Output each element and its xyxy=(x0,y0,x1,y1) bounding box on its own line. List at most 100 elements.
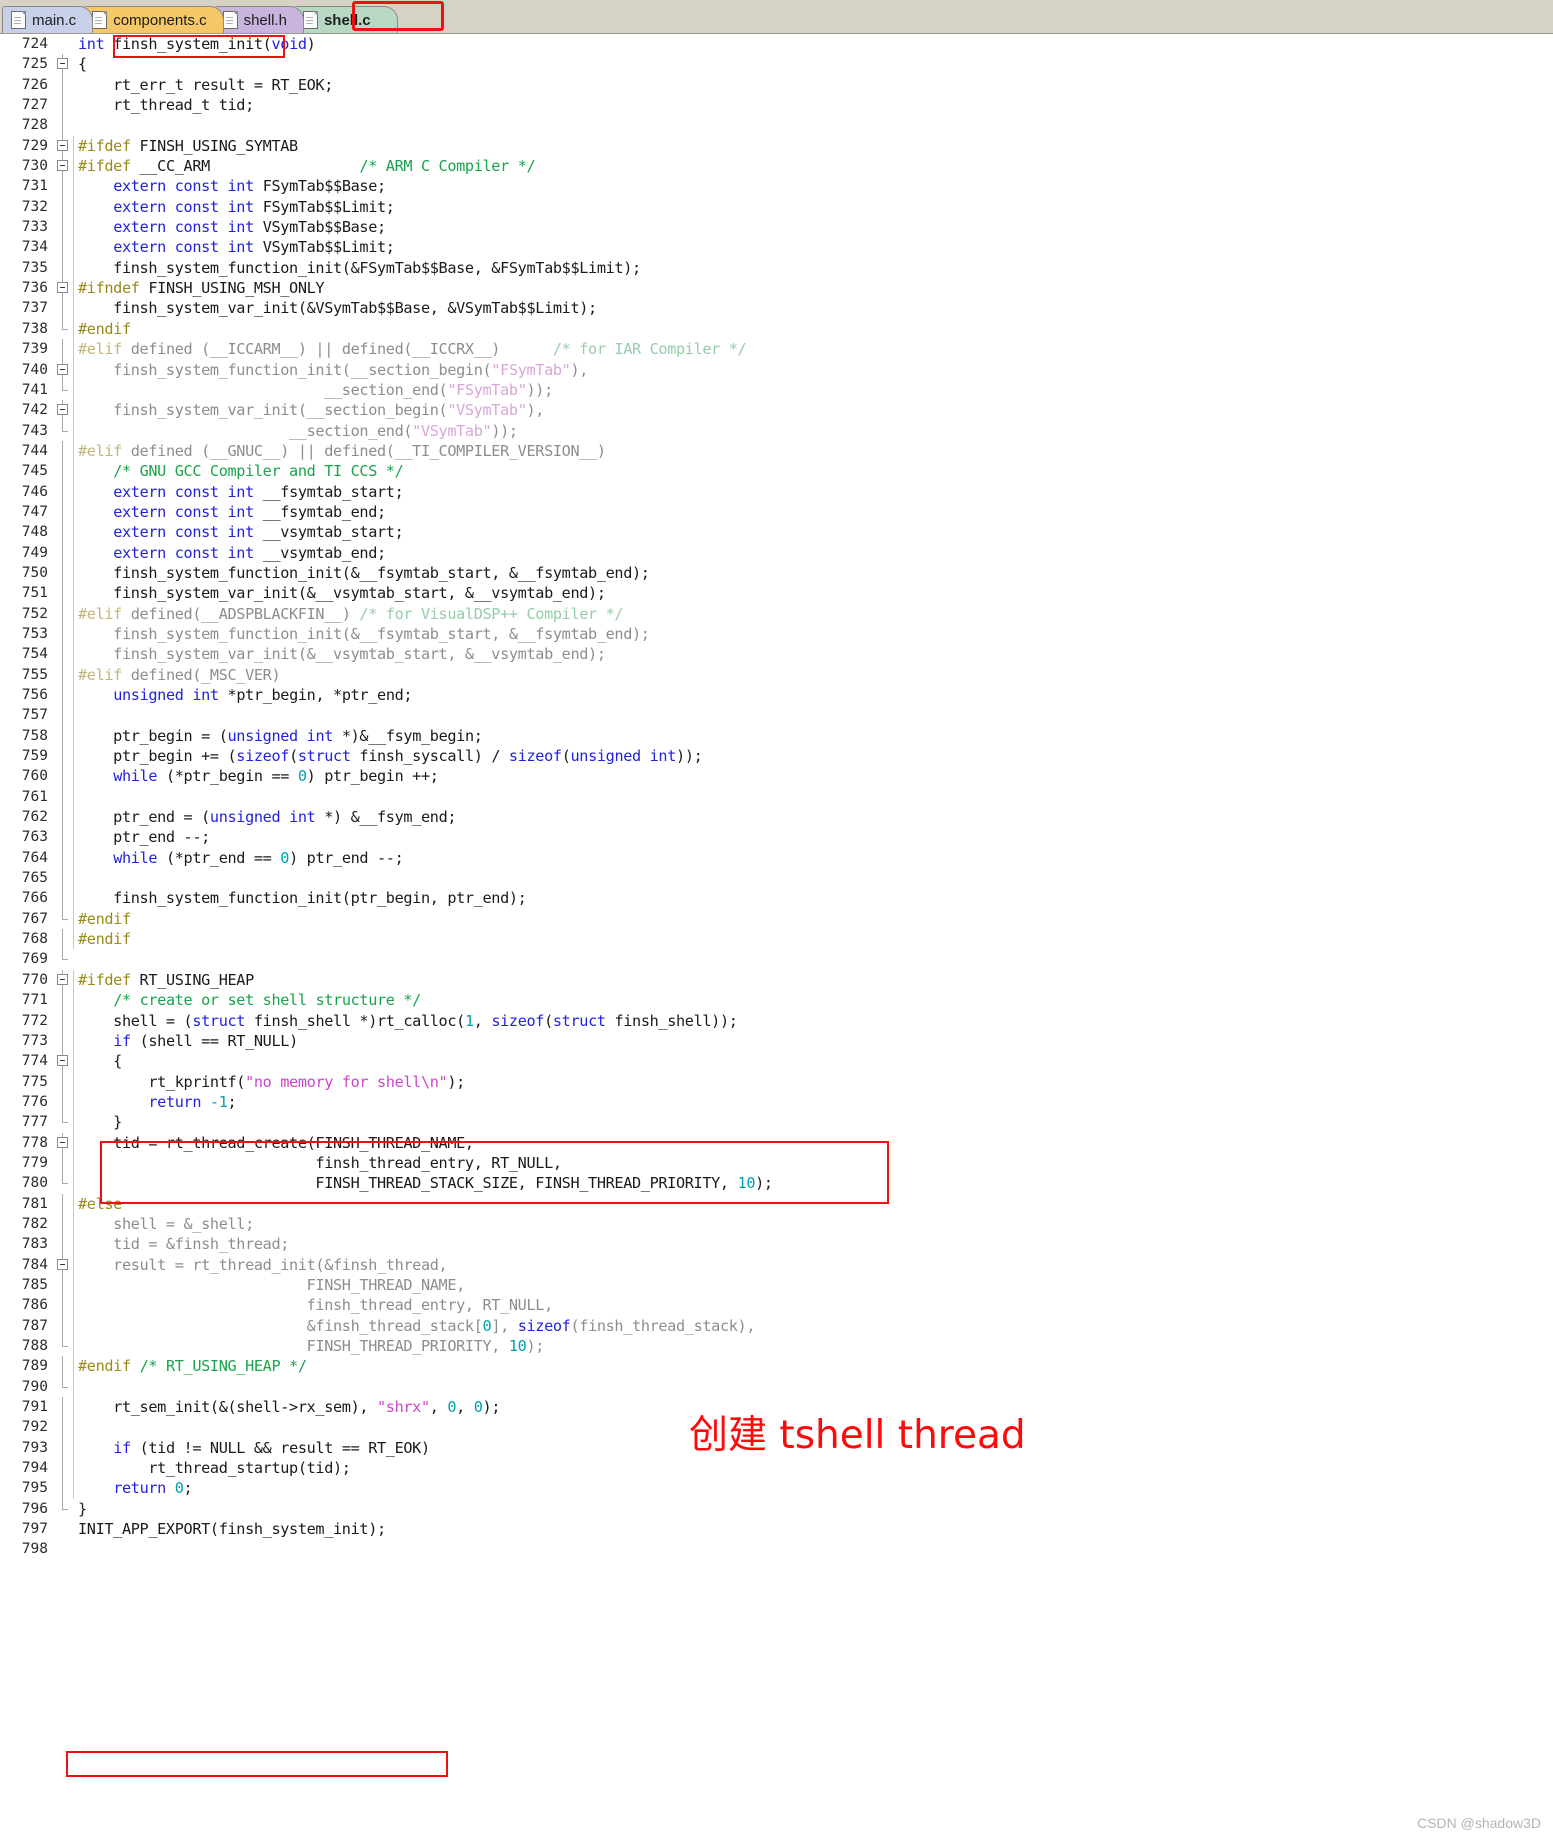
fold-marker[interactable] xyxy=(54,1376,70,1397)
code-line[interactable]: 784 result = rt_thread_init(&finsh_threa… xyxy=(0,1254,1553,1275)
code-text[interactable]: finsh_system_var_init(&__vsymtab_start, … xyxy=(78,644,1553,664)
code-text[interactable]: /* create or set shell structure */ xyxy=(78,990,1553,1010)
code-text[interactable] xyxy=(78,1539,1553,1559)
code-line[interactable]: 758 ptr_begin = (unsigned int *)&__fsym_… xyxy=(0,725,1553,747)
code-text[interactable]: #ifdef FINSH_USING_SYMTAB xyxy=(78,136,1553,156)
fold-marker[interactable] xyxy=(54,1132,70,1153)
fold-marker[interactable] xyxy=(54,298,70,319)
code-line[interactable]: 754 finsh_system_var_init(&__vsymtab_sta… xyxy=(0,644,1553,665)
fold-marker[interactable] xyxy=(54,95,70,116)
code-text[interactable]: tid = &finsh_thread; xyxy=(78,1234,1553,1254)
code-text[interactable]: #elif defined (__GNUC__) || defined(__TI… xyxy=(78,441,1553,461)
fold-marker[interactable] xyxy=(54,237,70,258)
code-text[interactable]: extern const int __vsymtab_start; xyxy=(78,522,1553,542)
fold-marker[interactable] xyxy=(54,1030,70,1052)
code-line[interactable]: 727 rt_thread_t tid; xyxy=(0,95,1553,116)
code-text[interactable]: finsh_system_var_init(&VSymTab$$Base, &V… xyxy=(78,298,1553,318)
code-text[interactable]: result = rt_thread_init(&finsh_thread, xyxy=(78,1255,1553,1275)
code-line[interactable]: 733 extern const int VSymTab$$Base; xyxy=(0,217,1553,238)
fold-marker[interactable] xyxy=(54,54,70,75)
code-line[interactable]: 755 #elif defined(_MSC_VER) xyxy=(0,664,1553,685)
code-line[interactable]: 734 extern const int VSymTab$$Limit; xyxy=(0,237,1553,258)
fold-marker[interactable] xyxy=(54,420,70,441)
fold-marker[interactable] xyxy=(54,1498,70,1519)
code-text[interactable]: finsh_system_function_init(&__fsymtab_st… xyxy=(78,624,1553,644)
tab-components-c[interactable]: components.c xyxy=(83,6,224,33)
fold-marker[interactable] xyxy=(54,278,70,299)
code-text[interactable]: return -1; xyxy=(78,1092,1553,1112)
code-text[interactable]: finsh_system_function_init(__section_beg… xyxy=(78,360,1553,380)
fold-marker[interactable] xyxy=(54,74,70,96)
code-text[interactable]: } xyxy=(78,1112,1553,1132)
code-text[interactable]: rt_kprintf("no memory for shell\n"); xyxy=(78,1072,1553,1092)
fold-marker[interactable] xyxy=(54,1152,70,1174)
code-line[interactable]: 738 #endif xyxy=(0,318,1553,340)
code-text[interactable]: __section_end("VSymTab")); xyxy=(78,421,1553,441)
fold-marker[interactable] xyxy=(54,339,70,360)
code-text[interactable]: extern const int __fsymtab_end; xyxy=(78,502,1553,522)
code-text[interactable]: #elif defined (__ICCARM__) || defined(__… xyxy=(78,339,1553,359)
code-line[interactable]: 757 xyxy=(0,705,1553,726)
code-text[interactable]: shell = &_shell; xyxy=(78,1214,1553,1234)
code-line[interactable]: 798 xyxy=(0,1539,1553,1560)
code-line[interactable]: 766 finsh_system_function_init(ptr_begin… xyxy=(0,888,1553,909)
code-text[interactable]: finsh_system_var_init(&__vsymtab_start, … xyxy=(78,583,1553,603)
code-line[interactable]: 783 tid = &finsh_thread; xyxy=(0,1234,1553,1255)
code-line[interactable]: 797 INIT_APP_EXPORT(finsh_system_init); xyxy=(0,1519,1553,1540)
code-text[interactable]: #elif defined(__ADSPBLACKFIN__) /* for V… xyxy=(78,604,1553,624)
fold-marker[interactable] xyxy=(54,908,70,929)
code-text[interactable]: #ifndef FINSH_USING_MSH_ONLY xyxy=(78,278,1553,298)
code-line[interactable]: 749 extern const int __vsymtab_end; xyxy=(0,542,1553,563)
code-line[interactable]: 743 __section_end("VSymTab")); xyxy=(0,420,1553,441)
code-line[interactable]: 729 #ifdef FINSH_USING_SYMTAB xyxy=(0,135,1553,157)
code-text[interactable]: rt_thread_startup(tid); xyxy=(78,1458,1553,1478)
tab-shell-h[interactable]: shell.h xyxy=(213,6,304,33)
code-line[interactable]: 775 rt_kprintf("no memory for shell\n"); xyxy=(0,1071,1553,1092)
code-line[interactable]: 759 ptr_begin += (sizeof(struct finsh_sy… xyxy=(0,746,1553,767)
fold-marker[interactable] xyxy=(54,196,70,218)
code-line[interactable]: 770 #ifdef RT_USING_HEAP xyxy=(0,969,1553,991)
code-text[interactable]: #endif /* RT_USING_HEAP */ xyxy=(78,1356,1553,1376)
fold-marker[interactable] xyxy=(54,766,70,787)
fold-marker[interactable] xyxy=(54,257,70,279)
fold-marker[interactable] xyxy=(54,1051,70,1072)
code-line[interactable]: 771 /* create or set shell structure */ xyxy=(0,990,1553,1011)
code-text[interactable]: shell = (struct finsh_shell *)rt_calloc(… xyxy=(78,1011,1553,1031)
fold-marker[interactable] xyxy=(54,217,70,238)
fold-marker[interactable] xyxy=(54,949,70,969)
code-text[interactable] xyxy=(78,787,1553,807)
code-line[interactable]: 744 #elif defined (__GNUC__) || defined(_… xyxy=(0,440,1553,462)
code-text[interactable] xyxy=(78,115,1553,135)
code-text[interactable]: finsh_system_var_init(__section_begin("V… xyxy=(78,400,1553,420)
code-text[interactable]: INIT_APP_EXPORT(finsh_system_init); xyxy=(78,1519,1553,1539)
code-line[interactable]: 760 while (*ptr_begin == 0) ptr_begin ++… xyxy=(0,766,1553,787)
code-text[interactable]: #ifdef RT_USING_HEAP xyxy=(78,970,1553,990)
code-line[interactable]: 756 unsigned int *ptr_begin, *ptr_end; xyxy=(0,685,1553,706)
code-line[interactable]: 796} xyxy=(0,1498,1553,1520)
code-line[interactable]: 778 tid = rt_thread_create(FINSH_THREAD_… xyxy=(0,1132,1553,1153)
code-text[interactable]: extern const int VSymTab$$Limit; xyxy=(78,237,1553,257)
fold-marker[interactable] xyxy=(54,522,70,543)
fold-marker[interactable] xyxy=(54,1315,70,1336)
code-line[interactable]: 768 #endif xyxy=(0,929,1553,950)
fold-marker[interactable] xyxy=(54,176,70,197)
fold-marker[interactable] xyxy=(54,847,70,869)
fold-marker[interactable] xyxy=(54,400,70,421)
code-line[interactable]: 767 #endif xyxy=(0,908,1553,930)
code-line[interactable]: 787 &finsh_thread_stack[0], sizeof(finsh… xyxy=(0,1315,1553,1336)
fold-marker[interactable] xyxy=(54,1519,70,1539)
code-text[interactable] xyxy=(78,705,1553,725)
code-line[interactable]: 728 xyxy=(0,115,1553,136)
code-line[interactable]: 774 { xyxy=(0,1051,1553,1072)
code-text[interactable]: ptr_end = (unsigned int *) &__fsym_end; xyxy=(78,807,1553,827)
code-line[interactable]: 750 finsh_system_function_init(&__fsymta… xyxy=(0,562,1553,584)
code-text[interactable]: &finsh_thread_stack[0], sizeof(finsh_thr… xyxy=(78,1316,1553,1336)
code-line[interactable]: 752 #elif defined(__ADSPBLACKFIN__) /* fo… xyxy=(0,603,1553,624)
code-line[interactable]: 773 if (shell == RT_NULL) xyxy=(0,1030,1553,1052)
code-text[interactable]: __section_end("FSymTab")); xyxy=(78,380,1553,400)
code-text[interactable]: #endif xyxy=(78,319,1553,339)
fold-marker[interactable] xyxy=(54,1254,70,1275)
code-text[interactable]: while (*ptr_begin == 0) ptr_begin ++; xyxy=(78,766,1553,786)
code-text[interactable]: extern const int VSymTab$$Base; xyxy=(78,217,1553,237)
code-editor-pane[interactable]: 724 int finsh_system_init(void) 725 {726 rt… xyxy=(0,34,1553,1560)
